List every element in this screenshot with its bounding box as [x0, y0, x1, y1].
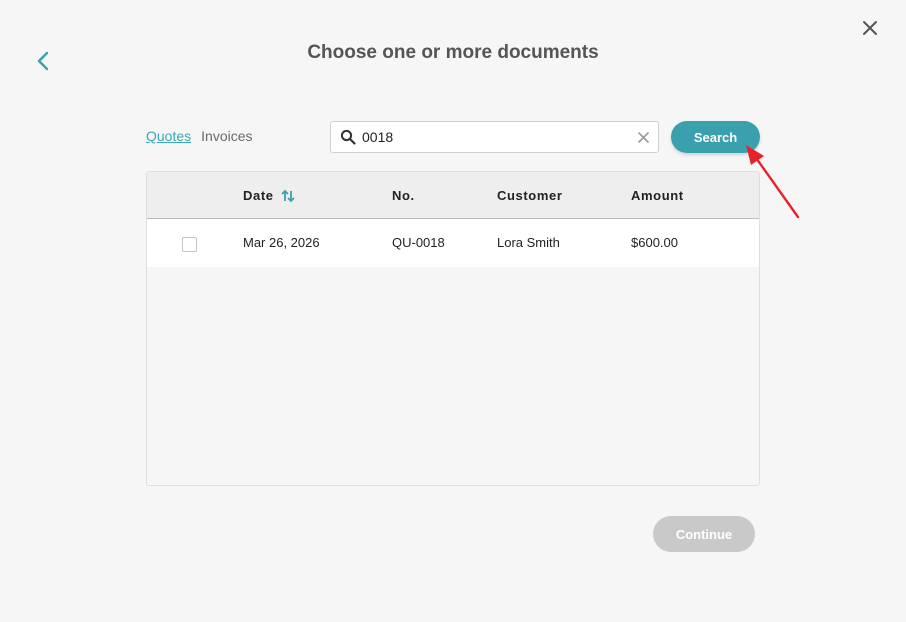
close-button[interactable]	[858, 16, 882, 40]
search-button[interactable]: Search	[671, 121, 760, 153]
table-row[interactable]: Mar 26, 2026 QU-0018 Lora Smith $600.00	[147, 219, 759, 267]
documents-table: Date No. Customer Amount Mar 26, 2026 QU…	[146, 171, 760, 486]
row-customer: Lora Smith	[497, 235, 560, 250]
tab-invoices[interactable]: Invoices	[201, 128, 252, 144]
tab-quotes[interactable]: Quotes	[146, 128, 191, 144]
continue-button[interactable]: Continue	[653, 516, 755, 552]
row-amount: $600.00	[631, 235, 678, 250]
column-header-date[interactable]: Date	[243, 188, 296, 204]
column-header-number: No.	[392, 188, 415, 203]
column-header-amount: Amount	[631, 188, 684, 203]
sort-icon[interactable]	[280, 188, 296, 204]
column-label-date: Date	[243, 188, 274, 203]
search-input[interactable]	[362, 123, 622, 151]
dialog-title: Choose one or more documents	[307, 42, 599, 63]
table-header: Date No. Customer Amount	[147, 172, 759, 219]
search-icon	[340, 129, 356, 145]
clear-icon[interactable]	[637, 131, 650, 144]
row-date: Mar 26, 2026	[243, 235, 320, 250]
document-type-tabs: Quotes Invoices	[146, 128, 253, 144]
column-header-customer: Customer	[497, 188, 563, 203]
row-number: QU-0018	[392, 235, 445, 250]
close-icon	[863, 21, 877, 35]
search-box	[330, 121, 659, 153]
row-checkbox[interactable]	[182, 237, 197, 252]
